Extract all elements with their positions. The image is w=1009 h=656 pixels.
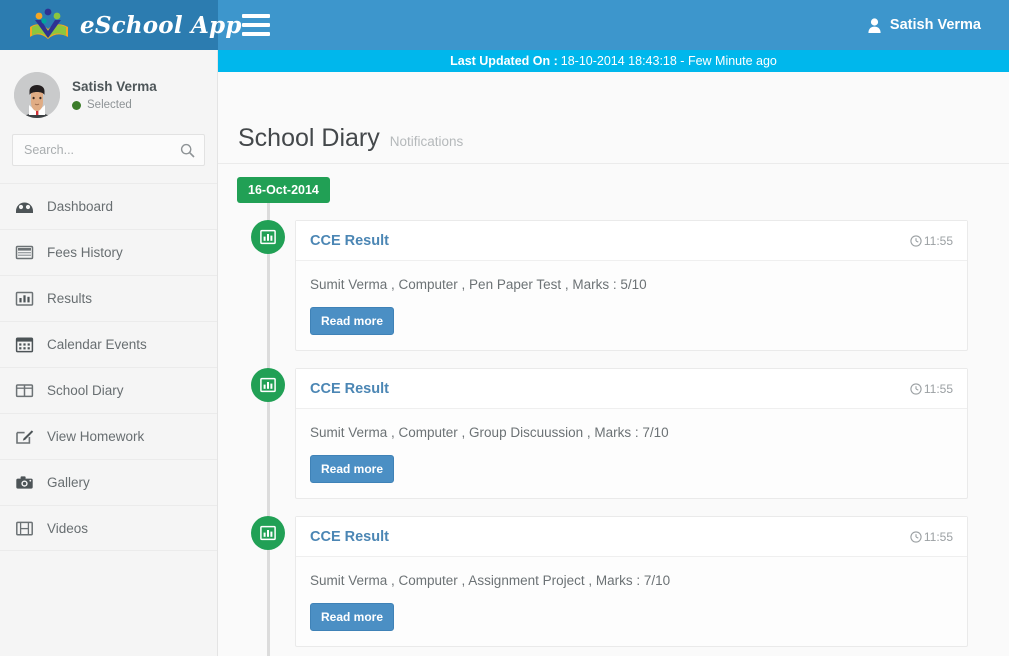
card-timestamp: 11:55 [910, 382, 953, 396]
profile-status-label: Selected [87, 99, 132, 111]
card-timestamp: 11:55 [910, 234, 953, 248]
sidebar-item-results[interactable]: Results [0, 275, 217, 321]
clock-icon [910, 383, 922, 395]
card-time-label: 11:55 [923, 382, 953, 396]
sidebar-profile[interactable]: Satish Verma Selected [0, 50, 217, 132]
hamburger-bar [242, 23, 270, 27]
page-header: School Diary Notifications [218, 72, 1009, 164]
read-more-button[interactable]: Read more [310, 603, 395, 631]
hamburger-bar [242, 32, 270, 36]
last-updated-label: Last Updated On : [450, 54, 558, 68]
card-body: Sumit Verma , Computer , Group Discuussi… [296, 409, 967, 498]
sidebar: Satish Verma Selected Search... Dashboar… [0, 50, 218, 656]
card-title: CCE Result [310, 233, 389, 249]
columns-icon [15, 381, 34, 400]
card-title: CCE Result [310, 529, 389, 545]
card-text: Sumit Verma , Computer , Group Discuussi… [310, 425, 669, 440]
sidebar-search [0, 134, 217, 166]
date-badge: 16-Oct-2014 [237, 177, 330, 203]
timeline-entry: CCE Result 11:55 Sumit Verma , Computer … [218, 368, 1009, 499]
sidebar-item-label: Results [47, 291, 93, 306]
card-text: Sumit Verma , Computer , Assignment Proj… [310, 573, 671, 588]
sidebar-item-label: Calendar Events [47, 337, 147, 352]
brand-area[interactable]: eSchool App [0, 0, 241, 50]
sidebar-item-fees-history[interactable]: Fees History [0, 229, 217, 275]
sidebar-item-view-homework[interactable]: View Homework [0, 413, 217, 459]
eschool-logo-icon [26, 7, 72, 43]
user-menu[interactable]: Satish Verma [868, 17, 981, 33]
card-header: CCE Result 11:55 [296, 369, 967, 409]
diary-card: CCE Result 11:55 Sumit Verma , Computer … [295, 220, 968, 351]
card-time-label: 11:55 [923, 530, 953, 544]
bar-chart-icon [251, 368, 285, 402]
bar-chart-icon [251, 220, 285, 254]
user-icon [868, 17, 881, 33]
sidebar-item-label: Dashboard [47, 199, 114, 214]
card-header: CCE Result 11:55 [296, 517, 967, 557]
hamburger-icon[interactable] [242, 14, 270, 36]
diary-card: CCE Result 11:55 Sumit Verma , Computer … [295, 368, 968, 499]
card-timestamp: 11:55 [910, 530, 953, 544]
sidebar-item-dashboard[interactable]: Dashboard [0, 183, 217, 229]
sidebar-item-school-diary[interactable]: School Diary [0, 367, 217, 413]
camera-icon [15, 473, 34, 492]
page-subtitle: Notifications [389, 134, 464, 149]
film-icon [15, 519, 34, 538]
bar-chart-icon [251, 516, 285, 550]
search-icon[interactable] [180, 143, 195, 158]
hamburger-bar [242, 14, 270, 18]
timeline-entry: CCE Result 11:55 Sumit Verma , Computer … [218, 220, 1009, 351]
sidebar-item-videos[interactable]: Videos [0, 505, 217, 551]
card-title: CCE Result [310, 381, 389, 397]
card-body: Sumit Verma , Computer , Pen Paper Test … [296, 261, 967, 350]
sidebar-item-label: Gallery [47, 475, 90, 490]
profile-status: Selected [72, 99, 157, 111]
main-content: School Diary Notifications 16-Oct-2014 C… [218, 72, 1009, 656]
read-more-button[interactable]: Read more [310, 455, 395, 483]
avatar [14, 72, 60, 118]
sidebar-item-label: School Diary [47, 383, 124, 398]
clock-icon [910, 531, 922, 543]
dashboard-icon [15, 197, 34, 216]
brand-title: eSchool App [80, 11, 242, 39]
sidebar-item-label: Videos [47, 520, 89, 536]
timeline-entry: CCE Result 11:55 Sumit Verma , Computer … [218, 516, 1009, 647]
card-body: Sumit Verma , Computer , Assignment Proj… [296, 557, 967, 646]
sidebar-item-label: View Homework [47, 429, 145, 444]
read-more-button[interactable]: Read more [310, 307, 395, 335]
clock-icon [910, 235, 922, 247]
card-text: Sumit Verma , Computer , Pen Paper Test … [310, 277, 647, 292]
last-updated-bar: Last Updated On : 18-10-2014 18:43:18 - … [218, 50, 1009, 72]
user-name-label: Satish Verma [889, 17, 981, 33]
card-time-label: 11:55 [923, 234, 953, 248]
diary-timeline: 16-Oct-2014 CCE Result 11:55 Sumit Verma… [218, 164, 1009, 656]
status-dot-icon [72, 100, 81, 110]
top-header: eSchool App Satish Verma [0, 0, 1009, 50]
search-box[interactable] [12, 134, 205, 166]
profile-name: Satish Verma [72, 79, 157, 94]
bar-chart-icon [15, 289, 34, 308]
table-icon [15, 243, 34, 262]
sidebar-item-gallery[interactable]: Gallery [0, 459, 217, 505]
last-updated-value: 18-10-2014 18:43:18 - Few Minute ago [560, 54, 777, 68]
card-header: CCE Result 11:55 [296, 221, 967, 261]
calendar-icon [15, 335, 34, 354]
edit-icon [15, 427, 34, 446]
sidebar-item-calendar-events[interactable]: Calendar Events [0, 321, 217, 367]
diary-card: CCE Result 11:55 Sumit Verma , Computer … [295, 516, 968, 647]
sidebar-item-label: Fees History [47, 245, 123, 260]
page-title: School Diary [238, 124, 380, 152]
sidebar-nav: Dashboard Fees History Results Calendar … [0, 183, 217, 551]
search-input[interactable] [13, 135, 204, 165]
